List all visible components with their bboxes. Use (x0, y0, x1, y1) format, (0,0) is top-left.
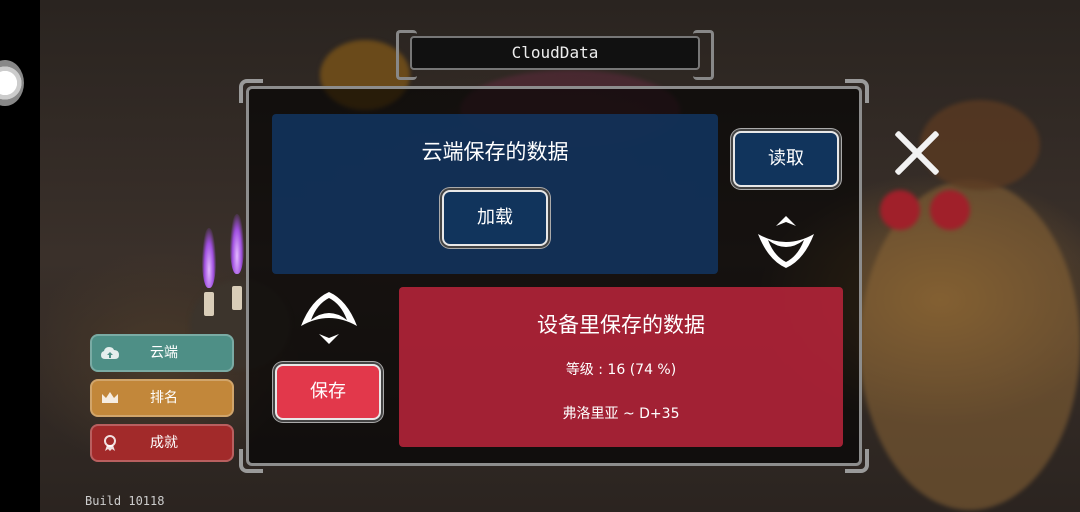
bg-rose (880, 190, 920, 230)
load-button[interactable]: 加载 (444, 192, 546, 244)
sidebar-item-ranking[interactable]: 排名 (90, 379, 234, 417)
candle-icon (232, 286, 242, 310)
sidebar-item-label: 排名 (150, 390, 178, 406)
bg-rose (930, 190, 970, 230)
window-title: CloudData (396, 30, 714, 80)
candle-icon (204, 292, 214, 316)
arrow-up-icon (297, 290, 361, 354)
sidebar-item-cloud[interactable]: 云端 (90, 334, 234, 372)
arrow-down-icon (754, 210, 818, 274)
bg-character-hair-right (860, 180, 1080, 510)
panel-corner (845, 449, 869, 473)
panel-corner (239, 449, 263, 473)
build-version: Build 10118 (85, 494, 165, 508)
device-data-title: 设备里保存的数据 (537, 313, 705, 337)
panel-corner (845, 79, 869, 103)
purple-flame-icon (230, 214, 244, 274)
device-location-text: 弗洛里亚 ~ D+35 (562, 406, 680, 422)
device-level-text: 等级 : 16 (74 %) (565, 362, 677, 378)
panel-corner (239, 79, 263, 103)
sidebar-item-achievements[interactable]: 成就 (90, 424, 234, 462)
save-button[interactable]: 保存 (277, 366, 379, 418)
close-icon[interactable] (892, 128, 942, 178)
sidebar-item-label: 云端 (150, 345, 178, 361)
purple-flame-icon (202, 228, 216, 288)
floating-handle-icon[interactable] (0, 60, 24, 106)
left-edge-bar (0, 0, 40, 512)
sidebar-item-label: 成就 (150, 435, 178, 451)
device-data-section: 设备里保存的数据 等级 : 16 (74 %) 弗洛里亚 ~ D+35 (399, 287, 843, 447)
cloud-data-title: 云端保存的数据 (421, 140, 569, 164)
read-button[interactable]: 读取 (735, 133, 837, 185)
